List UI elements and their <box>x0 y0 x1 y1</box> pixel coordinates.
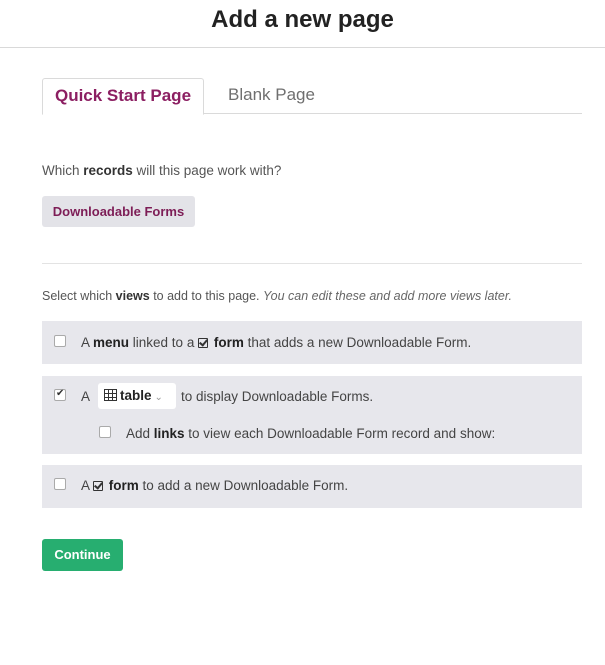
add-links-checkbox[interactable] <box>99 426 111 438</box>
views-intro: Select which views to add to this page. … <box>42 289 512 303</box>
tab-blank-page[interactable]: Blank Page <box>228 78 315 114</box>
main-content: Quick Start Page Blank Page Which record… <box>42 78 582 571</box>
form-view-label: A form to add a new Downloadable Form. <box>81 478 349 493</box>
view-option-form: A form to add a new Downloadable Form. <box>42 465 582 508</box>
form-icon <box>198 338 209 348</box>
table-view-label: to display Downloadable Forms. <box>181 389 374 404</box>
tab-quick-start-page[interactable]: Quick Start Page <box>42 78 204 115</box>
add-links-label: Add links to view each Downloadable Form… <box>126 426 496 441</box>
continue-button[interactable]: Continue <box>42 539 123 571</box>
table-icon <box>104 389 117 401</box>
view-type-select[interactable]: table ⌄ <box>98 383 176 409</box>
menu-view-label: A menu linked to a form that adds a new … <box>81 335 472 350</box>
table-view-checkbox[interactable] <box>54 388 66 401</box>
menu-view-checkbox[interactable] <box>54 335 66 347</box>
page-title: Add a new page <box>211 6 394 33</box>
page-header: Add a new page <box>0 0 605 48</box>
section-divider <box>42 263 582 264</box>
records-select-button[interactable]: Downloadable Forms <box>42 196 195 227</box>
table-view-prefix: A <box>81 389 91 404</box>
form-view-checkbox[interactable] <box>54 478 66 490</box>
form-icon <box>93 481 104 491</box>
tab-bar: Quick Start Page Blank Page <box>42 78 582 115</box>
chevron-down-icon: ⌄ <box>154 392 163 403</box>
view-option-table: A table⌄ to display Downloadable Forms. … <box>42 376 582 454</box>
records-question: Which records will this page work with? <box>42 163 282 178</box>
view-option-menu: A menu linked to a form that adds a new … <box>42 321 582 364</box>
